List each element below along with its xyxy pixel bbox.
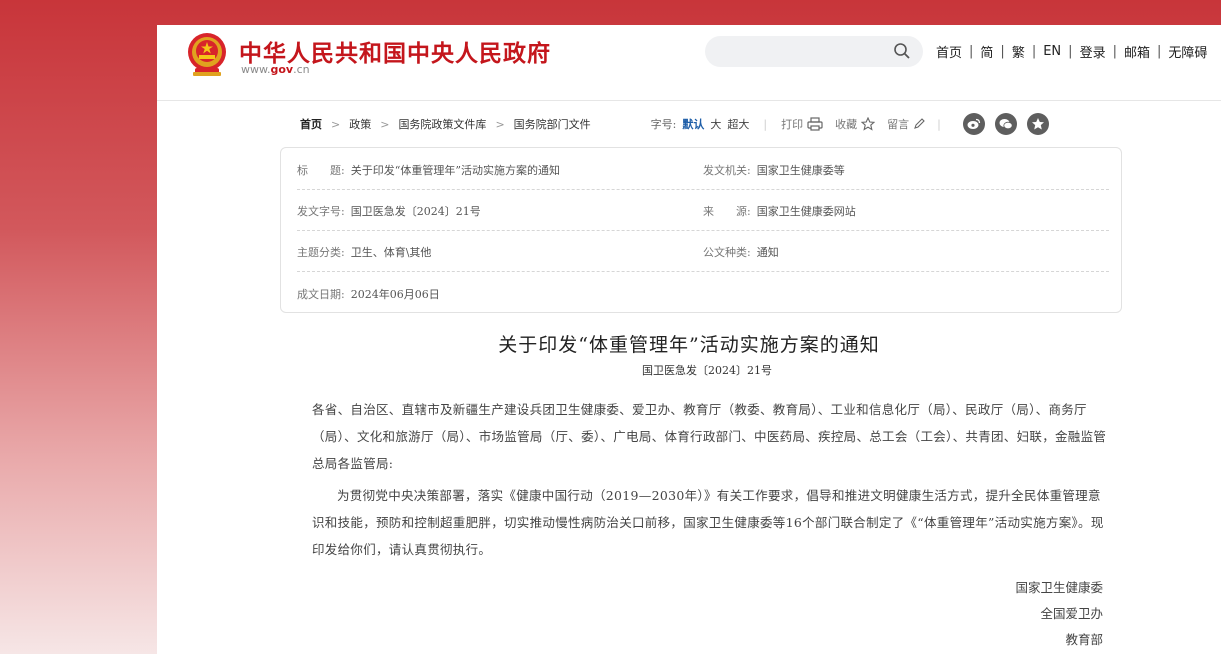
signature-line: 全国爱卫办 (1040, 606, 1103, 621)
info-label: 标 题: (297, 164, 345, 177)
divider: | (937, 117, 941, 131)
document-addressee: 各省、自治区、直辖市及新疆生产建设兵团卫生健康委、爱卫办、教育厅（教委、教育局）… (312, 402, 1107, 471)
document-body-paragraph: 为贯彻党中央决策部署，落实《健康中国行动（2019—2030年）》有关工作要求，… (312, 488, 1104, 557)
document-info-box: 标 题: 关于印发“体重管理年”活动实施方案的通知 发文机关: 国家卫生健康委等 发… (280, 147, 1122, 313)
search-icon[interactable] (893, 42, 911, 60)
info-row: 主题分类: 卫生、体育\其他 公文种类: 通知 (297, 230, 1109, 272)
info-value: 通知 (756, 246, 779, 259)
breadcrumb-policy-library[interactable]: 国务院政策文件库 (398, 116, 486, 132)
info-date: 成文日期: 2024年06月06日 (297, 286, 440, 302)
accessibility-link[interactable]: 无障碍 (1168, 42, 1207, 61)
info-value: 卫生、体育\其他 (350, 246, 432, 259)
signature-line: 教育部 (1065, 632, 1103, 647)
info-label: 来 源: (703, 205, 751, 218)
divider: | (1000, 44, 1005, 59)
chevron-right-icon: > (495, 117, 505, 131)
mailbox-link[interactable]: 邮箱 (1124, 42, 1150, 61)
print-label: 打印 (781, 118, 804, 131)
wechat-icon[interactable] (994, 113, 1017, 135)
document-number: 国卫医急发〔2024〕21号 (642, 364, 772, 377)
info-label: 发文字号: (297, 205, 345, 218)
site-url-prefix: www. (241, 63, 271, 76)
info-label: 发文机关: (703, 164, 751, 177)
info-value: 国卫医急发〔2024〕21号 (350, 205, 481, 218)
favorite-label: 收藏 (835, 118, 858, 131)
english-link[interactable]: EN (1043, 44, 1061, 59)
font-size-large[interactable]: 大 (710, 116, 721, 132)
info-value: 国家卫生健康委网站 (756, 205, 856, 218)
info-value: 关于印发“体重管理年”活动实施方案的通知 (350, 164, 560, 177)
site-header: 中华人民共和国中央人民政府 www.gov.cn 首页 | 简 | 繁 | EN | 登… (157, 25, 1221, 101)
search-input[interactable] (705, 36, 923, 67)
login-link[interactable]: 登录 (1080, 42, 1106, 61)
info-doc-type: 公文种类: 通知 (703, 244, 779, 260)
font-size-label: 字号: (650, 118, 677, 131)
info-issuer: 发文机关: 国家卫生健康委等 (703, 162, 845, 178)
divider: | (1156, 44, 1162, 59)
info-source: 来 源: 国家卫生健康委网站 (703, 203, 856, 219)
info-label: 公文种类: (703, 246, 751, 259)
info-row: 成文日期: 2024年06月06日 (297, 272, 1109, 313)
traditional-link[interactable]: 繁 (1012, 42, 1025, 61)
info-label: 成文日期: (297, 288, 345, 301)
signature-line: 国家卫生健康委 (1015, 580, 1103, 595)
breadcrumb-department-docs[interactable]: 国务院部门文件 (514, 116, 591, 132)
document-title: 关于印发“体重管理年”活动实施方案的通知 (498, 334, 880, 356)
divider: | (1112, 44, 1117, 59)
chevron-right-icon: > (380, 117, 390, 131)
info-row: 标 题: 关于印发“体重管理年”活动实施方案的通知 发文机关: 国家卫生健康委等 (297, 148, 1109, 190)
page-container: 中华人民共和国中央人民政府 www.gov.cn 首页 | 简 | 繁 | EN | 登… (157, 25, 1221, 654)
info-category: 主题分类: 卫生、体育\其他 (297, 244, 431, 260)
site-url: www.gov.cn (241, 63, 310, 76)
weibo-icon[interactable] (962, 113, 985, 135)
breadcrumb-home[interactable]: 首页 (300, 116, 322, 132)
simplified-link[interactable]: 简 (980, 42, 993, 61)
site-url-brand: gov (270, 63, 294, 76)
chevron-right-icon: > (331, 117, 341, 131)
info-label: 主题分类: (297, 246, 345, 259)
comment-label: 留言 (887, 118, 910, 131)
star-icon (861, 117, 876, 131)
divider: | (1068, 44, 1073, 59)
comment-button[interactable]: 留言 (887, 116, 925, 132)
breadcrumb-policy[interactable]: 政策 (349, 116, 371, 132)
divider: | (969, 44, 974, 59)
print-button[interactable]: 打印 (781, 116, 823, 132)
font-size-xlarge[interactable]: 超大 (727, 116, 749, 132)
qzone-star-icon[interactable] (1026, 113, 1049, 135)
home-link[interactable]: 首页 (936, 42, 962, 61)
favorite-button[interactable]: 收藏 (835, 116, 876, 132)
font-size-default[interactable]: 默认 (682, 116, 704, 132)
share-buttons (962, 113, 1059, 135)
printer-icon (807, 117, 823, 131)
info-row: 发文字号: 国卫医急发〔2024〕21号 来 源: 国家卫生健康委网站 (297, 189, 1109, 231)
top-links: 首页 | 简 | 繁 | EN | 登录 | 邮箱 | 无障碍 (936, 42, 1207, 61)
info-value: 国家卫生健康委等 (756, 164, 845, 177)
info-value: 2024年06月06日 (350, 288, 440, 301)
site-url-suffix: .cn (293, 63, 310, 76)
pencil-icon (914, 118, 925, 129)
info-doc-number: 发文字号: 国卫医急发〔2024〕21号 (297, 203, 481, 219)
national-emblem-icon[interactable] (185, 32, 229, 78)
breadcrumb: 首页 > 政策 > 国务院政策文件库 > 国务院部门文件 字号: 默认 大 超大… (300, 113, 1120, 135)
info-title: 标 题: 关于印发“体重管理年”活动实施方案的通知 (297, 162, 560, 178)
divider: | (1031, 44, 1037, 59)
divider: | (763, 117, 768, 131)
